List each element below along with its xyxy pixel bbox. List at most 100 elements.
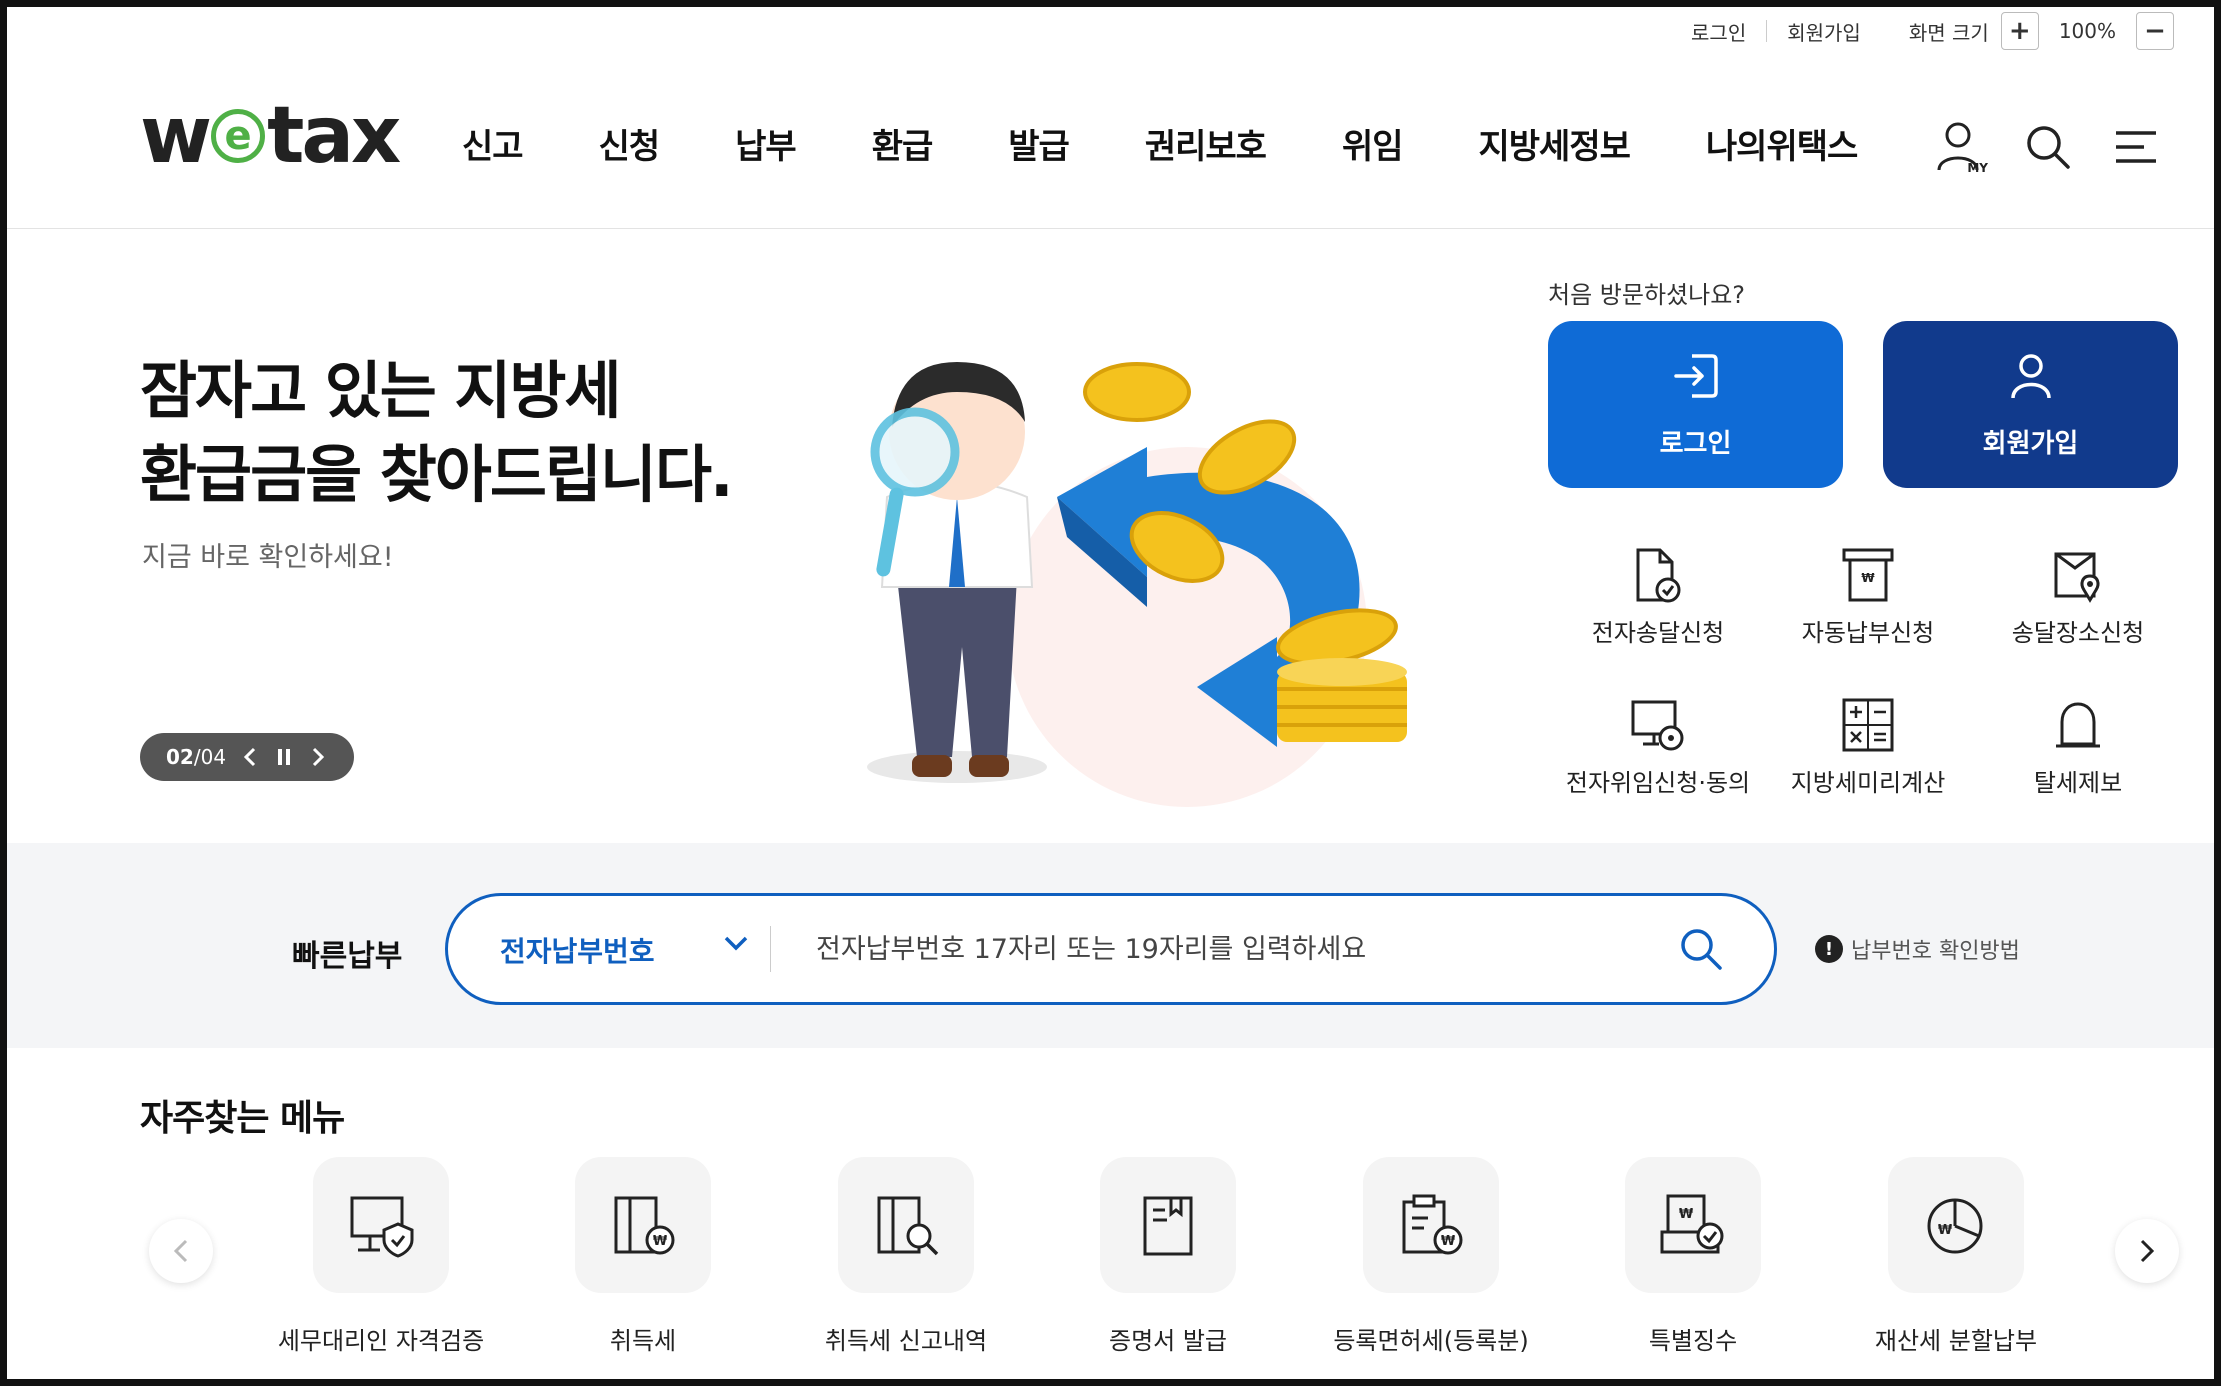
quick-label: 전자위임신청·동의 (1565, 769, 1751, 797)
calculator-icon (1838, 695, 1898, 755)
wetax-logo[interactable]: w e tax (140, 91, 401, 181)
hero-title-line2: 환급금을 찾아드립니다. (140, 438, 734, 511)
carousel-next-button[interactable] (2115, 1219, 2179, 1283)
prev-slide-icon[interactable] (240, 745, 260, 769)
quick-tax-calc[interactable]: 지방세미리계산 (1763, 695, 1973, 798)
frequent-item-acquisition-tax[interactable]: ₩ 취득세 (523, 1157, 763, 1356)
doc-search-icon (838, 1157, 974, 1293)
first-visit-text: 처음 방문하셨나요? (1548, 281, 1746, 309)
nav-report[interactable]: 신고 (462, 119, 524, 168)
help-link-label: 납부번호 확인방법 (1851, 939, 2020, 964)
payment-number-input[interactable] (816, 926, 1656, 972)
main-nav: 신고 신청 납부 환급 발급 권리보호 위임 지방세정보 나의위택스 (462, 119, 1858, 168)
nav-local-tax-info[interactable]: 지방세정보 (1479, 119, 1631, 168)
alarm-bell-icon (2048, 695, 2108, 755)
quick-e-delegation[interactable]: 전자위임신청·동의 (1553, 695, 1763, 798)
frequent-item-label: 재산세 분할납부 (1874, 1327, 2038, 1355)
pager-total: 04 (200, 745, 227, 769)
certificate-icon (1100, 1157, 1236, 1293)
nav-payment[interactable]: 납부 (735, 119, 797, 168)
frequent-item-label: 취득세 (609, 1327, 677, 1355)
svg-text:₩: ₩ (1679, 1207, 1694, 1222)
util-login-link[interactable]: 로그인 (1671, 17, 1766, 46)
quick-e-delivery[interactable]: 전자송달신청 (1553, 545, 1763, 648)
quick-pay-label: 빠른납부 (292, 939, 403, 974)
zoom-in-button[interactable]: + (2000, 12, 2039, 50)
my-badge: MY (1967, 161, 1988, 175)
pager-separator: / (193, 745, 201, 769)
frequent-menu-title: 자주찾는 메뉴 (140, 1098, 345, 1139)
quick-label: 지방세미리계산 (1790, 769, 1946, 797)
zoom-out-button[interactable]: − (2136, 12, 2174, 50)
nav-issue[interactable]: 발급 (1008, 119, 1070, 168)
auto-pay-icon: ₩ (1838, 545, 1898, 605)
carousel-prev-button[interactable] (149, 1219, 213, 1283)
signup-button-label: 회원가입 (1982, 428, 2079, 459)
nav-my-wetax[interactable]: 나의위택스 (1706, 119, 1858, 168)
svg-text:₩: ₩ (1861, 571, 1875, 585)
util-signup-link[interactable]: 회원가입 (1767, 17, 1881, 46)
zoom-value: 100% (2058, 19, 2116, 43)
nav-apply[interactable]: 신청 (599, 119, 661, 168)
searchbox-divider (770, 926, 771, 972)
hero-pager: 02 / 04 (140, 733, 354, 781)
monitor-shield-icon (313, 1157, 449, 1293)
utility-bar: 로그인 회원가입 화면 크기 + 100% − (1671, 12, 2174, 50)
quick-tax-report[interactable]: 탈세제보 (1973, 695, 2183, 798)
signup-button[interactable]: 회원가입 (1883, 321, 2178, 488)
pause-icon[interactable] (274, 745, 294, 769)
location-doc-icon (2048, 545, 2108, 605)
nav-delegation[interactable]: 위임 (1342, 119, 1404, 168)
login-button-label: 로그인 (1659, 428, 1732, 459)
login-arrow-icon (1670, 350, 1722, 409)
quick-label: 송달장소신청 (2011, 619, 2145, 647)
my-page-icon[interactable]: MY (1930, 117, 1990, 177)
frequent-item-label: 특별징수 (1648, 1327, 1738, 1355)
quick-label: 탈세제보 (2033, 769, 2123, 797)
hero-illustration (867, 362, 1407, 807)
chevron-right-icon (2140, 1239, 2155, 1263)
pie-won-icon: ₩ (1888, 1157, 2024, 1293)
header-icons: MY (1902, 117, 2166, 177)
tax-check-icon: ₩ (1625, 1157, 1761, 1293)
svg-text:₩: ₩ (1938, 1223, 1953, 1238)
logo-tax: tax (267, 91, 401, 181)
menu-icon[interactable] (2106, 117, 2166, 177)
quick-delivery-place[interactable]: 송달장소신청 (1973, 545, 2183, 648)
clipboard-won-icon: ₩ (1363, 1157, 1499, 1293)
quick-pay-searchbox: 전자납부번호 (445, 893, 1777, 1005)
frequent-item-agent-verify[interactable]: 세무대리인 자격검증 (261, 1157, 501, 1356)
frequent-item-label: 세무대리인 자격검증 (277, 1327, 485, 1355)
frequent-item-certificate[interactable]: 증명서 발급 (1048, 1157, 1288, 1356)
quick-label: 자동납부신청 (1801, 619, 1935, 647)
search-icon[interactable] (1678, 926, 1724, 976)
site-header: w e tax 신고 신청 납부 환급 발급 권리보호 위임 지방세정보 나의위… (7, 67, 2214, 229)
svg-text:₩: ₩ (653, 1234, 668, 1249)
quick-label: 전자송달신청 (1591, 619, 1725, 647)
frequent-item-acquisition-history[interactable]: 취득세 신고내역 (786, 1157, 1026, 1356)
frequent-item-label: 취득세 신고내역 (824, 1327, 988, 1355)
chevron-down-icon[interactable] (723, 934, 749, 956)
hero-title-line1: 잠자고 있는 지방세 (140, 354, 621, 427)
monitor-icon (1628, 695, 1688, 755)
svg-text:₩: ₩ (1441, 1234, 1456, 1249)
search-icon[interactable] (2018, 117, 2078, 177)
frequent-item-property-installment[interactable]: ₩ 재산세 분할납부 (1836, 1157, 2076, 1356)
pager-current: 02 (166, 745, 194, 769)
hero-subtitle: 지금 바로 확인하세요! (142, 542, 394, 573)
page-frame: 로그인 회원가입 화면 크기 + 100% − w e tax 신고 신청 납부… (0, 0, 2221, 1386)
info-icon: ! (1815, 935, 1843, 963)
nav-rights[interactable]: 권리보호 (1145, 119, 1267, 168)
zoom-label: 화면 크기 (1908, 20, 1989, 45)
next-slide-icon[interactable] (308, 745, 328, 769)
nav-refund[interactable]: 환급 (872, 119, 934, 168)
quick-auto-pay[interactable]: ₩ 자동납부신청 (1763, 545, 1973, 648)
frequent-item-registration-tax[interactable]: ₩ 등록면허세(등록분) (1311, 1157, 1551, 1356)
chevron-left-icon (173, 1239, 188, 1263)
pay-type-select[interactable]: 전자납부번호 (500, 930, 655, 970)
person-icon (2005, 350, 2057, 409)
login-button[interactable]: 로그인 (1548, 321, 1843, 488)
hero-title: 잠자고 있는 지방세 환급금을 찾아드립니다. (140, 349, 734, 517)
frequent-item-special-collection[interactable]: ₩ 특별징수 (1573, 1157, 1813, 1356)
payment-number-help-link[interactable]: ! 납부번호 확인방법 (1815, 933, 2020, 965)
